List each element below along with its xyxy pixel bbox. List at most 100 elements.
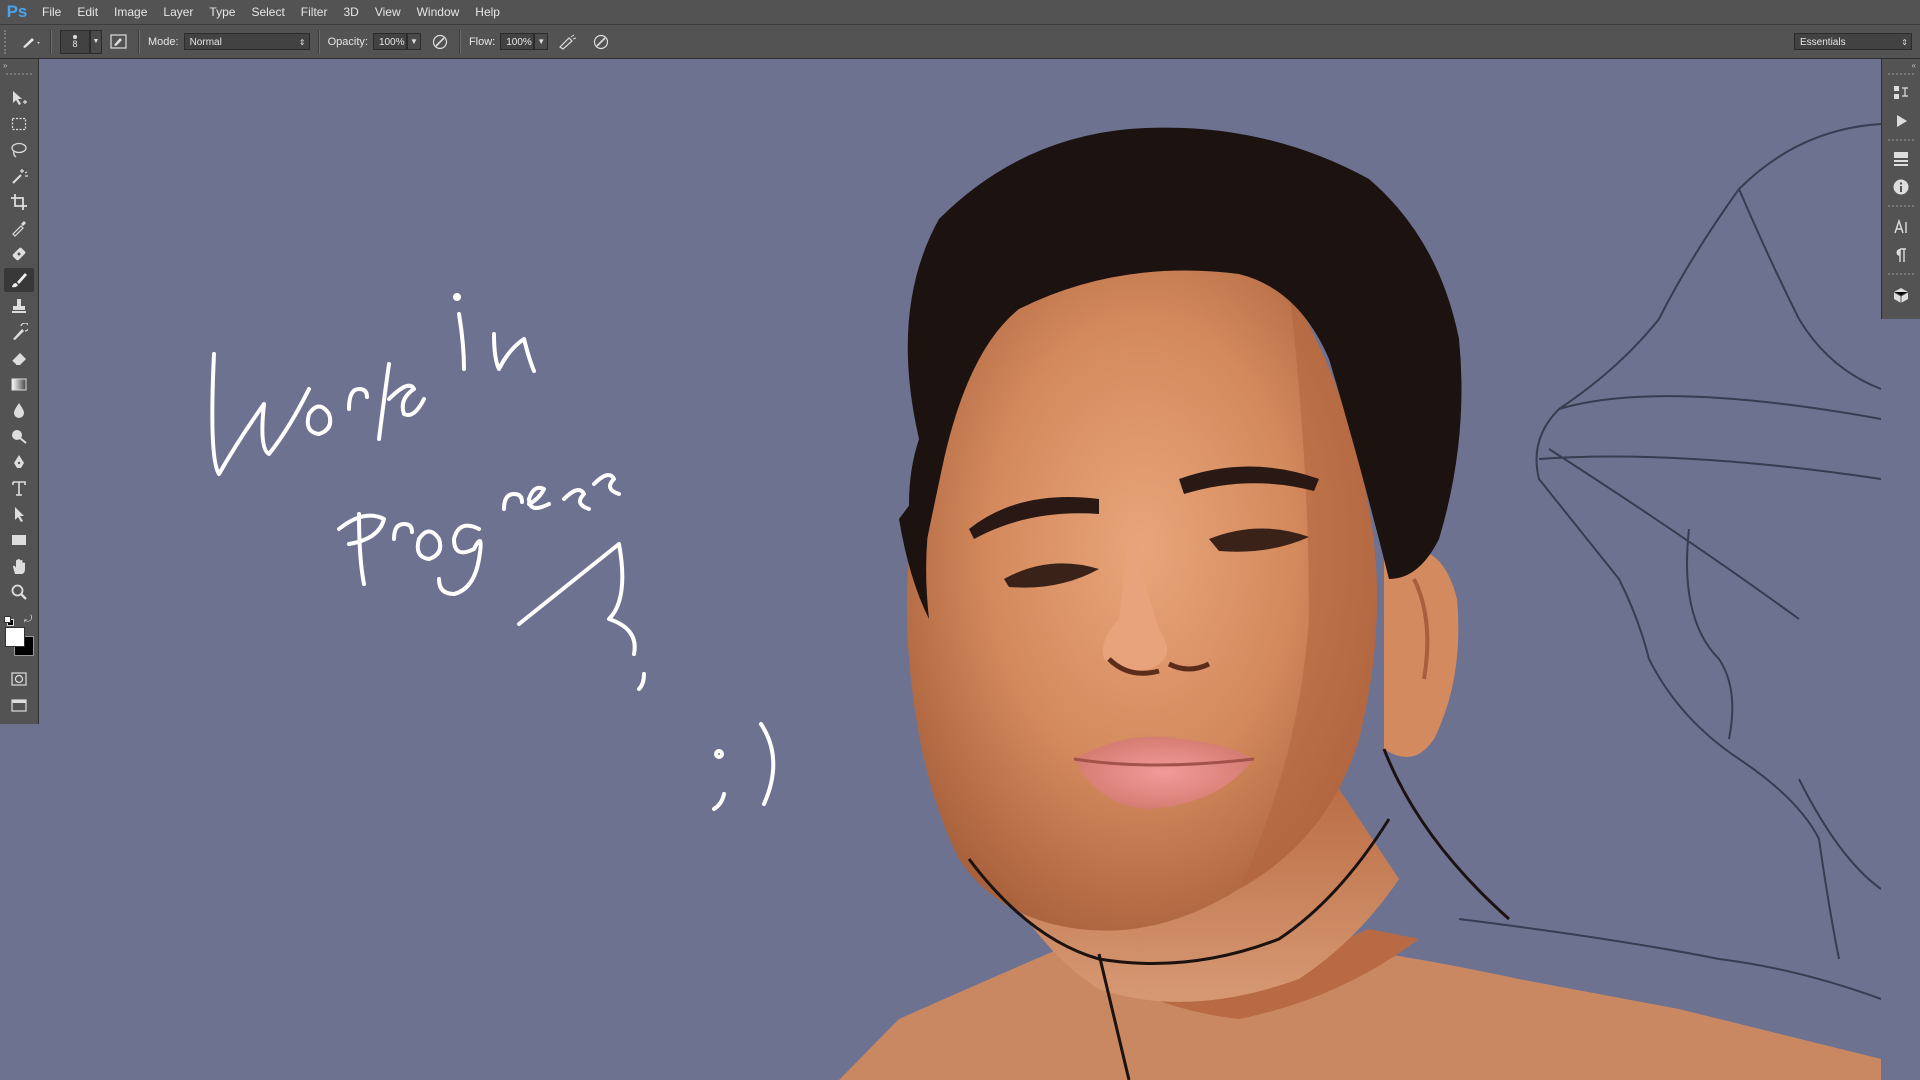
options-bar: 8 ▼ Mode: Normal ⇕ Opacity: 100% ▼ Flow:… <box>0 25 1920 59</box>
brush-tool[interactable] <box>4 268 34 292</box>
menu-file[interactable]: File <box>34 0 69 25</box>
paragraph-panel-button[interactable] <box>1888 243 1914 267</box>
quick-mask-toggle[interactable] <box>4 667 34 691</box>
collapse-arrows-icon[interactable]: » <box>3 61 7 70</box>
pressure-opacity-toggle[interactable] <box>429 31 451 53</box>
photoshop-logo[interactable]: Ps <box>0 0 34 25</box>
flow-input[interactable]: 100% <box>500 33 535 50</box>
info-panel-button[interactable] <box>1888 175 1914 199</box>
3d-icon <box>1893 288 1909 303</box>
airbrush-icon <box>559 34 577 50</box>
type-tool[interactable] <box>4 476 34 500</box>
menu-select[interactable]: Select <box>243 0 292 25</box>
menu-image[interactable]: Image <box>106 0 155 25</box>
path-selection-tool[interactable] <box>4 502 34 526</box>
spot-healing-tool[interactable] <box>4 242 34 266</box>
workspace-switcher[interactable]: Essentials ⇕ <box>1794 33 1912 50</box>
menu-filter[interactable]: Filter <box>293 0 336 25</box>
brush-panel-toggle[interactable] <box>108 31 130 53</box>
chevron-down-icon[interactable]: ▼ <box>90 29 102 54</box>
crop-icon <box>11 194 27 210</box>
zoom-tool[interactable] <box>4 580 34 604</box>
rectangular-marquee-tool[interactable] <box>4 112 34 136</box>
clone-stamp-tool[interactable] <box>4 294 34 318</box>
pen-pressure-icon <box>432 34 448 49</box>
airbrush-toggle[interactable] <box>556 31 578 53</box>
separator <box>317 29 320 54</box>
expand-panels-icon[interactable]: « <box>1912 61 1916 70</box>
pen-pressure-size-icon <box>594 34 609 49</box>
tool-preset-picker[interactable] <box>20 31 42 53</box>
adjustments-panel-button[interactable] <box>1888 147 1914 171</box>
pen-tool[interactable] <box>4 450 34 474</box>
panel-grip[interactable] <box>6 73 32 75</box>
dodge-tool[interactable] <box>4 424 34 448</box>
blur-icon <box>14 403 24 418</box>
document-canvas[interactable] <box>39 59 1881 1080</box>
flow-label: Flow: <box>468 35 496 48</box>
actions-panel-button[interactable] <box>1888 109 1914 133</box>
foreground-color-swatch[interactable] <box>5 627 25 647</box>
options-grip[interactable] <box>4 29 14 54</box>
pen-icon <box>14 455 24 468</box>
gradient-tool[interactable] <box>4 372 34 396</box>
menu-layer[interactable]: Layer <box>155 0 201 25</box>
3d-panel-button[interactable] <box>1888 283 1914 307</box>
eyedropper-icon <box>12 221 26 237</box>
tools-panel: » ⤾ <box>0 59 39 724</box>
history-panel-button[interactable] <box>1888 81 1914 105</box>
lasso-icon <box>11 142 27 158</box>
opacity-value: 100% <box>378 37 405 48</box>
menu-bar: Ps File Edit Image Layer Type Select Fil… <box>0 0 1920 25</box>
brush-icon <box>23 37 40 48</box>
move-tool[interactable] <box>4 86 34 110</box>
mode-select[interactable]: Normal ⇕ <box>183 33 310 50</box>
history-brush-tool[interactable] <box>4 320 34 344</box>
move-icon <box>13 91 27 105</box>
updown-arrows-icon: ⇕ <box>298 38 306 47</box>
magic-wand-tool[interactable] <box>4 164 34 188</box>
marquee-icon <box>11 117 27 131</box>
menu-view[interactable]: View <box>367 0 409 25</box>
eraser-tool[interactable] <box>4 346 34 370</box>
separator <box>138 29 140 54</box>
type-icon <box>12 481 26 496</box>
opacity-input[interactable]: 100% <box>372 33 407 50</box>
pressure-size-toggle[interactable] <box>590 31 612 53</box>
brush-icon <box>12 273 27 288</box>
hand-tool[interactable] <box>4 554 34 578</box>
opacity-label: Opacity: <box>327 35 368 48</box>
menu-window[interactable]: Window <box>409 0 468 25</box>
separator <box>50 29 52 54</box>
dodge-icon <box>12 430 27 444</box>
character-icon <box>1894 218 1907 234</box>
screen-mode-toggle[interactable] <box>4 693 34 717</box>
brush-size: 8 <box>72 38 78 49</box>
brush-preset-picker[interactable]: 8 <box>60 29 90 54</box>
rectangle-tool[interactable] <box>4 528 34 552</box>
menu-type[interactable]: Type <box>201 0 243 25</box>
stamp-icon <box>12 299 26 313</box>
default-colors-icon[interactable] <box>4 616 14 626</box>
swap-colors-icon[interactable]: ⤾ <box>24 614 32 625</box>
flow-slider-toggle[interactable]: ▼ <box>534 33 549 50</box>
character-panel-button[interactable] <box>1888 215 1914 239</box>
menu-3d[interactable]: 3D <box>335 0 366 25</box>
adjustments-icon <box>1894 152 1908 166</box>
blur-tool[interactable] <box>4 398 34 422</box>
paragraph-icon <box>1896 248 1906 262</box>
eyedropper-tool[interactable] <box>4 216 34 240</box>
zoom-icon <box>11 584 27 600</box>
info-icon <box>1893 179 1909 195</box>
healing-icon <box>12 247 26 261</box>
panel-grip[interactable] <box>1888 73 1914 75</box>
eraser-icon <box>11 353 26 366</box>
crop-tool[interactable] <box>4 190 34 214</box>
menu-help[interactable]: Help <box>467 0 508 25</box>
menu-edit[interactable]: Edit <box>69 0 106 25</box>
brush-panel-icon <box>110 33 127 49</box>
lasso-tool[interactable] <box>4 138 34 162</box>
mode-value: Normal <box>189 37 222 48</box>
mode-label: Mode: <box>148 35 179 48</box>
opacity-slider-toggle[interactable]: ▼ <box>406 33 421 50</box>
